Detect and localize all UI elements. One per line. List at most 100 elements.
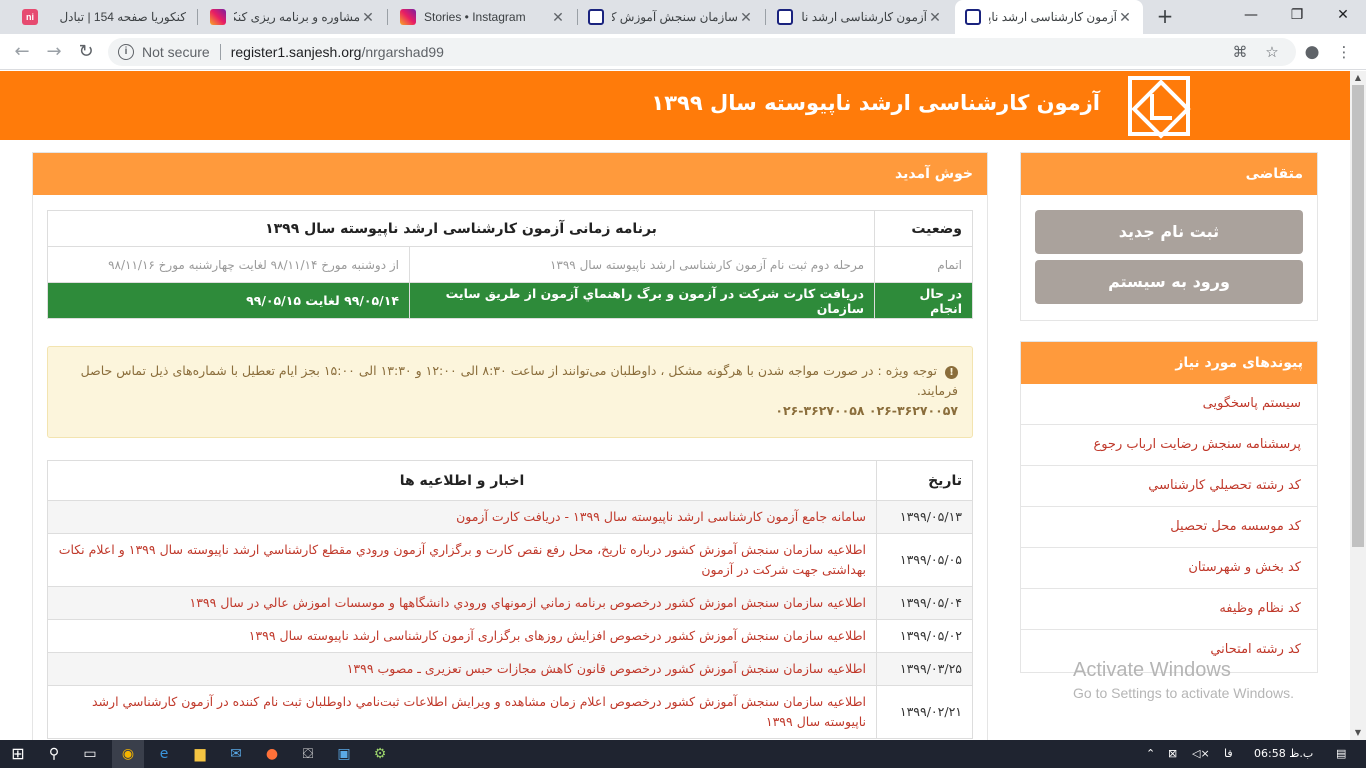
search-icon[interactable]: ⚲ [38, 740, 70, 768]
login-button[interactable]: ورود به سیستم [1035, 260, 1303, 304]
tab-3[interactable]: Stories • Instagram ✕ [390, 0, 576, 34]
task-view-icon[interactable]: ▭ [74, 740, 106, 768]
register-button[interactable]: ثبت نام جدید [1035, 210, 1303, 254]
security-label[interactable]: Not secure [142, 44, 210, 60]
step-cell: مرحله دوم ثبت نام آزمون کارشناسی ارشد نا… [409, 246, 875, 283]
network-icon[interactable]: ⊠ [1168, 740, 1177, 768]
close-icon[interactable]: ✕ [1117, 9, 1133, 26]
tab-title: آزمون کارشناسی ارشد ناپیوسته [989, 10, 1117, 24]
profile-icon[interactable]: ● [1302, 42, 1322, 62]
news-cell: اطلاعیه سازمان سنجش آموزش کشور درخصوص قا… [47, 652, 877, 686]
notice-text: توجه ویژه : در صورت مواجه شدن با هرگونه … [80, 363, 958, 398]
tab-1[interactable]: ni کنکوریا صفحه 154 | تبادل [12, 0, 196, 34]
news-link[interactable]: سامانه جامع آزمون کارشناسی ارشد ناپیوسته… [456, 509, 866, 524]
column-header-schedule: برنامه زمانی آزمون کارشناسی ارشد ناپیوست… [47, 210, 875, 247]
news-cell: اطلاعيه سازمان سنجش آموزش کشور درخصوص اع… [47, 685, 877, 739]
tab-6-active[interactable]: آزمون کارشناسی ارشد ناپیوسته ✕ [955, 0, 1143, 34]
close-icon[interactable]: ✕ [360, 9, 376, 26]
news-date: ۱۳۹۹/۰۵/۱۳ [876, 500, 973, 534]
edge-icon[interactable]: e [148, 740, 180, 768]
news-table: تاریخ اخبار و اطلاعیه ها ۱۳۹۹/۰۵/۱۳ ساما… [47, 460, 973, 739]
activate-windows-subtitle: Go to Settings to activate Windows. [1073, 685, 1294, 701]
reload-icon[interactable]: ↻ [74, 40, 98, 64]
news-date: ۱۳۹۹/۰۵/۰۴ [876, 586, 973, 620]
tab-2[interactable]: مشاوره و برنامه ریزی کنکور ✕ [200, 0, 386, 34]
tab-5[interactable]: آزمون کارشناسی ارشد ناپیوسته ✕ [767, 0, 953, 34]
news-link[interactable]: اطلاعيه سازمان سنجش آموزش کشور درخصوص اع… [92, 694, 866, 729]
tab-title: سازمان سنجش آموزش کشور [612, 10, 738, 24]
new-tab-button[interactable]: + [1153, 5, 1177, 29]
close-icon[interactable]: ✕ [738, 9, 754, 26]
address-bar[interactable]: i Not secure register1.sanjesh.org /nrga… [108, 38, 1296, 66]
news-link[interactable]: اطلاعيه سازمان سنجش آموزش کشور درباره تا… [59, 542, 866, 577]
sanjesh-logo-icon[interactable] [1128, 76, 1190, 136]
table-row: ۱۳۹۹/۰۵/۰۴ اطلاعيه سازمان سنجش اموزش كشو… [47, 586, 973, 620]
news-link[interactable]: اطلاعیه سازمان سنجش آموزش کشور درخصوص قا… [347, 661, 866, 676]
news-cell: اطلاعيه سازمان سنجش آموزش کشور درباره تا… [47, 533, 877, 587]
table-row: ۱۳۹۹/۰۵/۱۳ سامانه جامع آزمون کارشناسی ار… [47, 500, 973, 534]
volume-icon[interactable]: ◁× [1192, 740, 1210, 768]
tab-4[interactable]: سازمان سنجش آموزش کشور ✕ [578, 0, 764, 34]
page-scrollbar[interactable]: ▲ ▼ [1350, 71, 1366, 740]
info-icon[interactable]: i [118, 44, 134, 60]
date-cell: از دوشنبه مورخ ۹۸/۱۱/۱۴ لغایت چهارشنبه م… [47, 246, 410, 283]
sidebar-link[interactable]: پرسشنامه سنجش رضایت ارباب رجوع [1021, 425, 1317, 466]
windows-taskbar: ⊞ ⚲ ▭ ◉ e ▆ ✉ ● ⛋ ▣ ⚙ ⌃ ⊠ ◁× فا 06:58 ب.… [0, 740, 1366, 768]
scroll-up-icon[interactable]: ▲ [1350, 71, 1366, 85]
sidebar-link[interactable]: کد موسسه محل تحصيل [1021, 507, 1317, 548]
windows-start-icon[interactable]: ⊞ [2, 740, 34, 768]
news-cell: سامانه جامع آزمون کارشناسی ارشد ناپیوسته… [47, 500, 877, 534]
news-link[interactable]: اطلاعيه سازمان سنجش اموزش كشور درخصوص بر… [190, 595, 867, 610]
back-arrow-icon[interactable]: ← [10, 40, 34, 64]
close-icon[interactable]: ✕ [927, 9, 943, 26]
scrollbar-thumb[interactable] [1352, 85, 1364, 547]
sanjesh-icon [588, 9, 604, 25]
app-icon[interactable]: ▣ [328, 740, 360, 768]
clock[interactable]: 06:58 ب.ظ [1254, 740, 1313, 768]
phone-numbers: ۰۲۶-۳۶۲۷۰۰۵۷ ۰۲۶-۳۶۲۷۰۰۵۸ [775, 403, 958, 418]
links-panel: پیوندهای مورد نیاز سیستم پاسخگویی پرسشنا… [1020, 341, 1318, 673]
sidebar-link[interactable]: سیستم پاسخگویی [1021, 384, 1317, 425]
welcome-panel: خوش آمدید وضعیت برنامه زمانی آزمون کارشن… [32, 152, 988, 740]
tab-title: Stories • Instagram [424, 10, 526, 24]
news-cell: اطلاعيه سازمان سنجش اموزش كشور درخصوص بر… [47, 586, 877, 620]
activate-windows-title: Activate Windows [1073, 659, 1231, 681]
forward-arrow-icon[interactable]: → [42, 40, 66, 64]
ni-icon: ni [22, 9, 38, 25]
sidebar-link[interactable]: کد بخش و شهرستان [1021, 548, 1317, 589]
table-row: ۱۳۹۹/۰۵/۰۵ اطلاعيه سازمان سنجش آموزش کشو… [47, 533, 973, 587]
translate-icon[interactable]: ⌘ [1230, 42, 1250, 62]
tab-separator [197, 9, 198, 25]
scroll-down-icon[interactable]: ▼ [1350, 726, 1366, 740]
maximize-button[interactable]: ❐ [1274, 0, 1320, 30]
table-row: ۱۳۹۹/۰۲/۲۱ اطلاعيه سازمان سنجش آموزش کشو… [47, 685, 973, 739]
notifications-icon[interactable]: ▤ [1336, 740, 1346, 768]
firefox-icon[interactable]: ● [256, 740, 288, 768]
table-header-row: تاریخ اخبار و اطلاعیه ها [47, 460, 973, 501]
column-header-status: وضعیت [874, 210, 973, 247]
sidebar-link[interactable]: کد نظام وظيفه [1021, 589, 1317, 630]
store-icon[interactable]: ⛋ [292, 740, 324, 768]
news-link[interactable]: اطلاعیه سازمان سنجش آموزش کشور درخصوص اف… [249, 628, 866, 643]
window-close-button[interactable]: ✕ [1320, 0, 1366, 30]
table-header-row: وضعیت برنامه زمانی آزمون کارشناسی ارشد ن… [47, 210, 973, 247]
app-icon[interactable]: ⚙ [364, 740, 396, 768]
mail-icon[interactable]: ✉ [220, 740, 252, 768]
chrome-icon[interactable]: ◉ [112, 740, 144, 768]
column-header-news: اخبار و اطلاعیه ها [47, 460, 877, 501]
menu-kebab-icon[interactable]: ⋮ [1334, 42, 1354, 62]
minimize-button[interactable]: — [1228, 0, 1274, 30]
language-indicator[interactable]: فا [1224, 740, 1233, 768]
bookmark-star-icon[interactable]: ☆ [1262, 42, 1282, 62]
tray-chevron-icon[interactable]: ⌃ [1146, 740, 1155, 768]
panel-heading: پیوندهای مورد نیاز [1021, 342, 1317, 384]
applicant-panel: متقاضی ثبت نام جدید ورود به سیستم [1020, 152, 1318, 321]
news-cell: اطلاعیه سازمان سنجش آموزش کشور درخصوص اف… [47, 619, 877, 653]
instagram-icon [400, 9, 416, 25]
url-host: register1.sanjesh.org [230, 44, 362, 60]
close-icon[interactable]: ✕ [550, 9, 566, 26]
sidebar-link[interactable]: کد رشته تحصيلي كارشناسي [1021, 466, 1317, 507]
file-explorer-icon[interactable]: ▆ [184, 740, 216, 768]
status-cell: در حال انجام [874, 282, 973, 319]
schedule-table: وضعیت برنامه زمانی آزمون کارشناسی ارشد ن… [47, 210, 973, 319]
